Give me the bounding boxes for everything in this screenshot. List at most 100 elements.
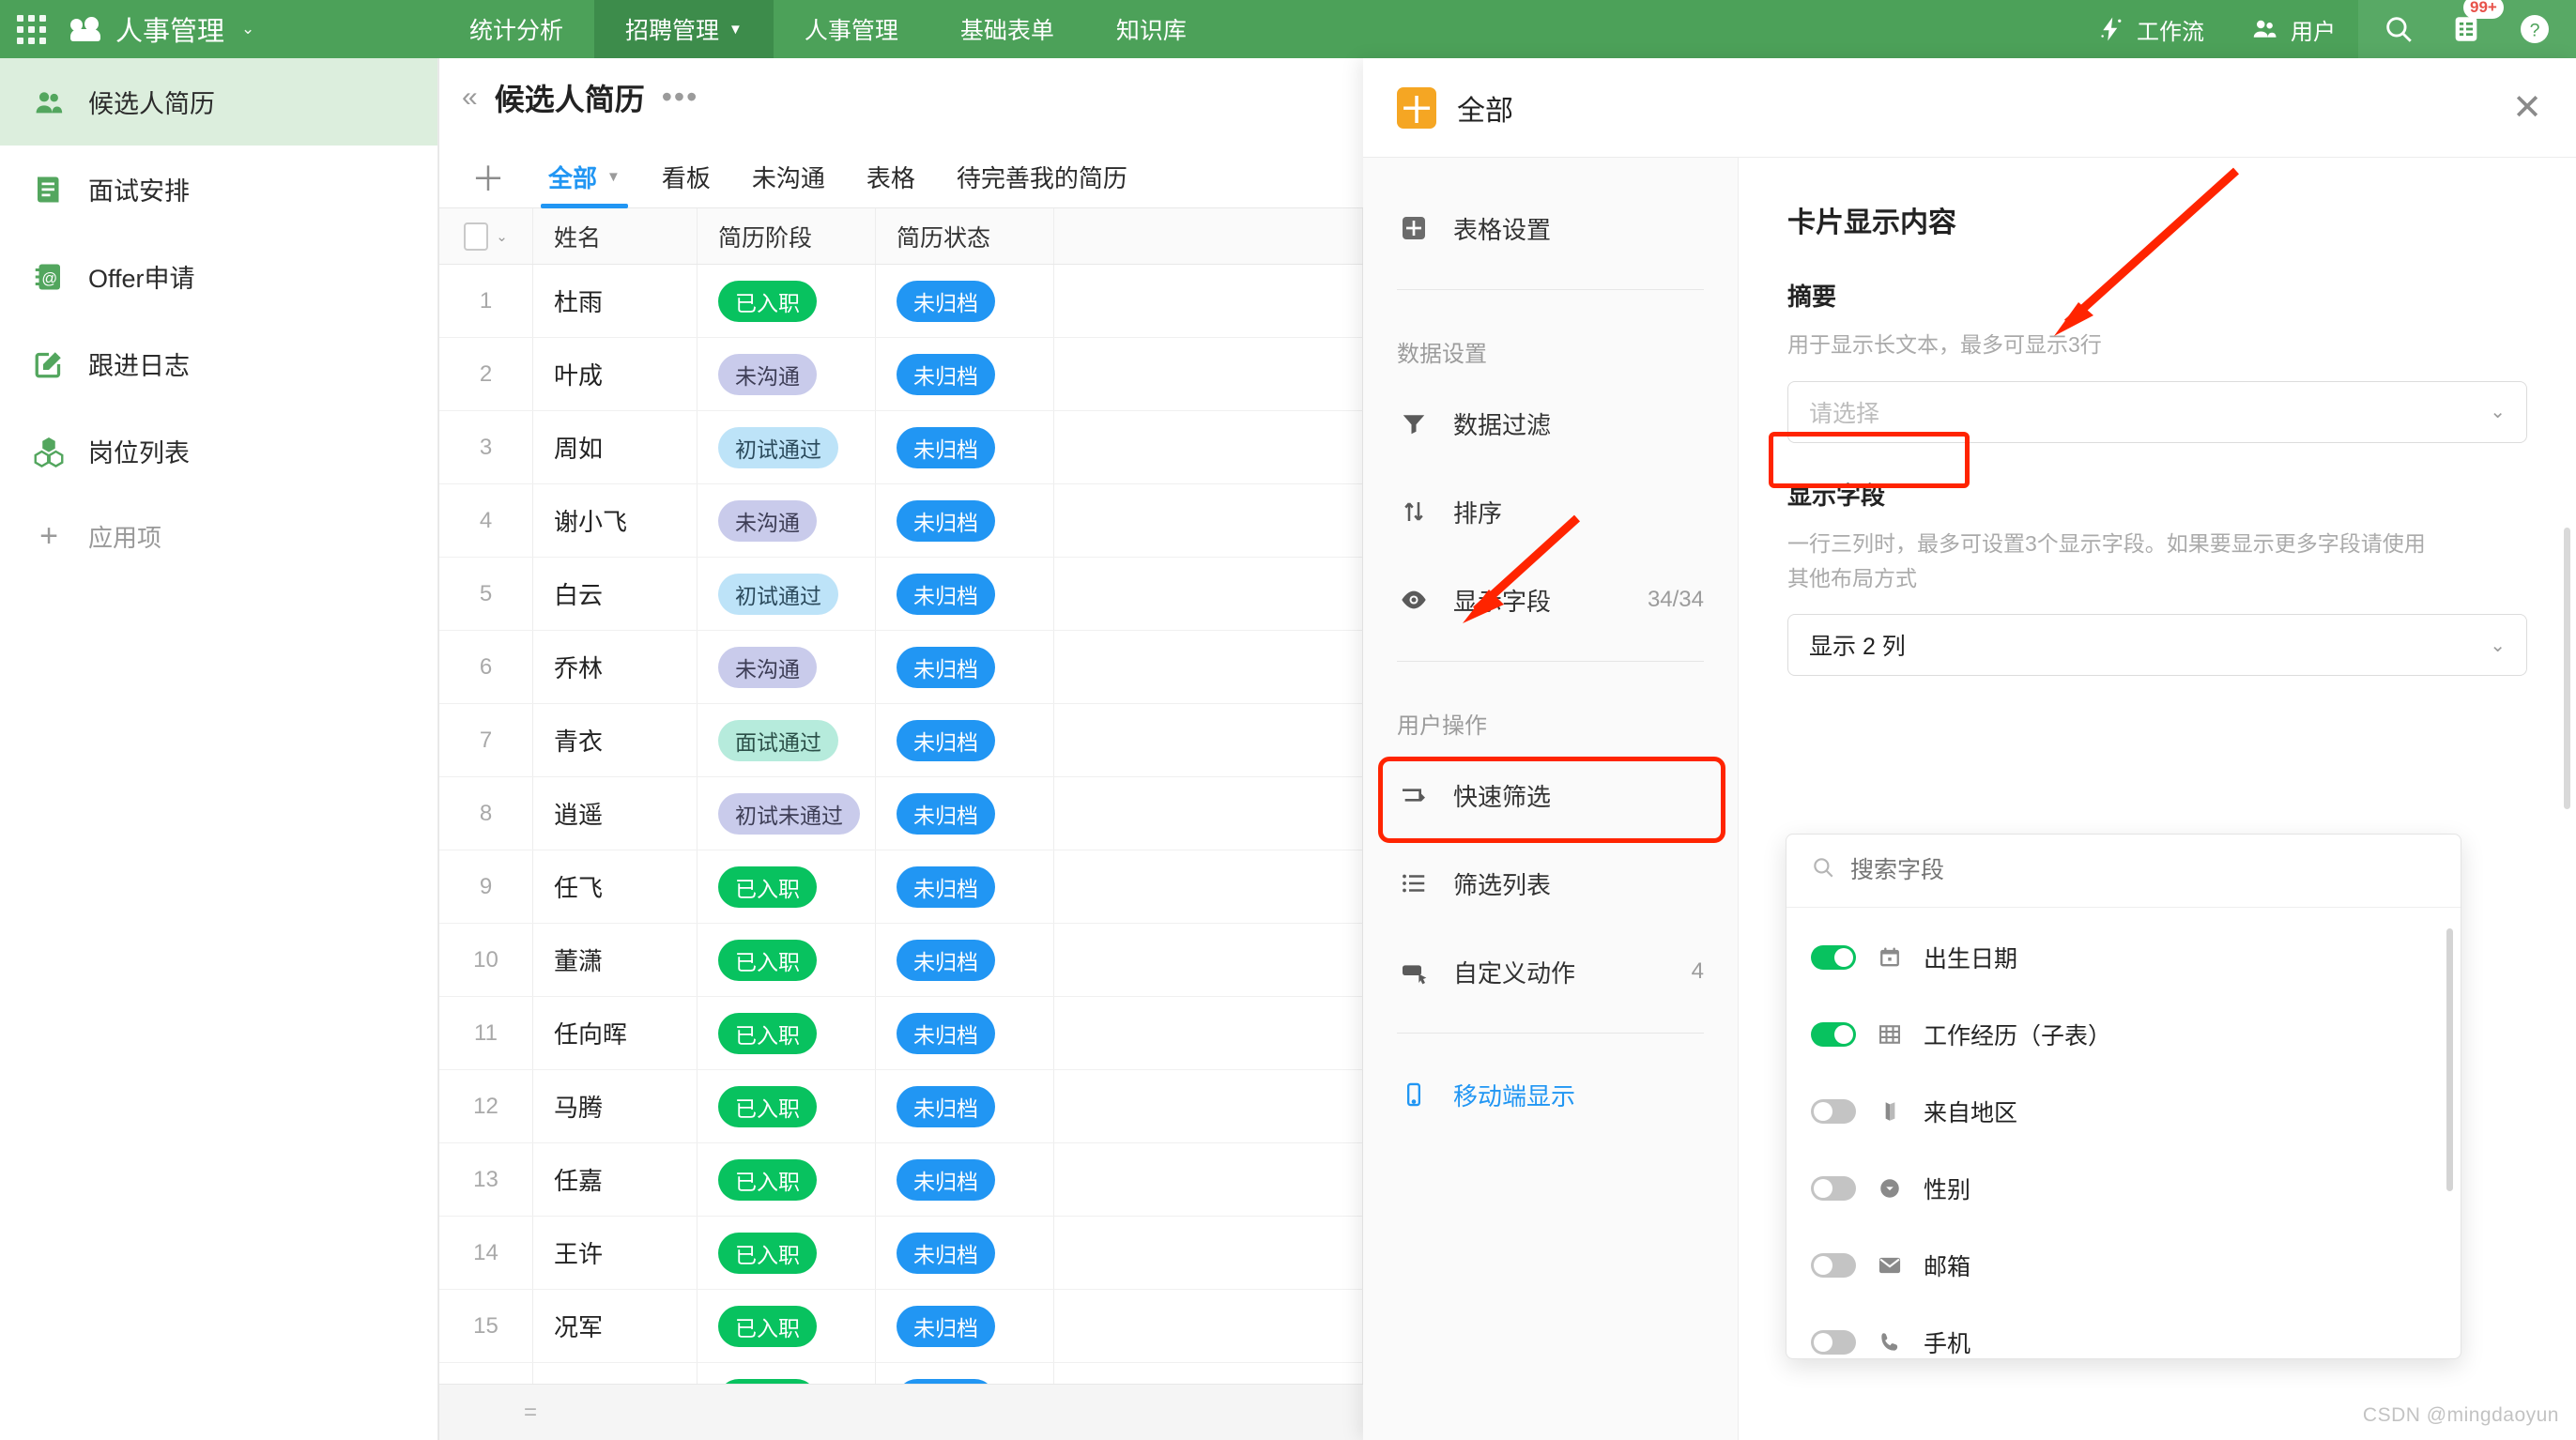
- left-sidebar: 候选人简历 面试安排 @ Offer申请 跟进日志 岗位列表: [0, 58, 438, 1440]
- columns-select[interactable]: 显示 2 列 ⌄: [1787, 614, 2527, 676]
- collapse-icon[interactable]: «: [462, 82, 478, 114]
- notifications-icon[interactable]: 99+: [2450, 13, 2482, 45]
- row-extra: [1054, 484, 1363, 557]
- tab-all[interactable]: 全部▼: [528, 146, 641, 207]
- row-index: 9: [439, 850, 533, 923]
- search-input[interactable]: [1850, 857, 2351, 884]
- sidebar-add-app-item[interactable]: + 应用项: [0, 495, 437, 577]
- sidebar-item-label: Offer申请: [88, 258, 195, 295]
- table-row[interactable]: 11任向晖已入职未归档: [439, 997, 1363, 1070]
- field-toggle[interactable]: [1811, 1330, 1856, 1355]
- row-index: 4: [439, 484, 533, 557]
- sidebar-item-interviews[interactable]: 面试安排: [0, 146, 437, 233]
- sidebar-item-offer[interactable]: @ Offer申请: [0, 233, 437, 320]
- menu-item-display-fields[interactable]: 显示字段 34/34: [1363, 556, 1738, 644]
- search-icon[interactable]: [2383, 13, 2415, 45]
- svg-text:@: @: [41, 269, 57, 286]
- row-status: 未归档: [876, 411, 1054, 483]
- table-row[interactable]: 5白云初试通过未归档: [439, 558, 1363, 631]
- fields-description: 一行三列时，最多可设置3个显示字段。如果要显示更多字段请使用其他布局方式: [1787, 527, 2426, 596]
- brand-title[interactable]: 人事管理 ⌄: [70, 9, 254, 49]
- table-row[interactable]: 10董潇已入职未归档: [439, 924, 1363, 997]
- more-options-icon[interactable]: •••: [662, 88, 699, 106]
- dropdown-item[interactable]: 出生日期: [1786, 919, 2461, 996]
- dropdown-search[interactable]: [1786, 835, 2461, 908]
- fields-label-wrapper: 显示字段: [1787, 477, 2527, 512]
- tab-board[interactable]: 看板: [641, 146, 731, 207]
- field-toggle[interactable]: [1811, 1253, 1856, 1278]
- row-name: 杜雨: [533, 265, 698, 337]
- select-all-cell[interactable]: ⌄: [439, 208, 533, 264]
- menu-item-custom-action[interactable]: 自定义动作 4: [1363, 927, 1738, 1016]
- dropdown-item[interactable]: 来自地区: [1786, 1073, 2461, 1150]
- row-extra: [1054, 631, 1363, 703]
- menu-item-filter-list[interactable]: 筛选列表: [1363, 839, 1738, 927]
- chevron-down-icon[interactable]: ⌄: [496, 228, 508, 245]
- user-button[interactable]: 用户: [2227, 0, 2358, 58]
- row-status: 未归档: [876, 484, 1054, 557]
- row-index: 12: [439, 1070, 533, 1142]
- table-row[interactable]: 6乔林未沟通未归档: [439, 631, 1363, 704]
- table-row[interactable]: 1杜雨已入职未归档: [439, 265, 1363, 338]
- menu-item-table-settings[interactable]: 表格设置: [1363, 184, 1738, 272]
- svg-text:?: ?: [2530, 21, 2540, 41]
- brand-area: 人事管理 ⌄: [0, 0, 438, 58]
- panel-scrollbar[interactable]: [2564, 528, 2570, 809]
- sidebar-item-positions[interactable]: 岗位列表: [0, 407, 437, 495]
- table-row[interactable]: 15况军已入职未归档: [439, 1290, 1363, 1363]
- sidebar-item-followup-log[interactable]: 跟进日志: [0, 320, 437, 407]
- close-icon[interactable]: ✕: [2512, 90, 2542, 126]
- menu-item-mobile-display[interactable]: 移动端显示: [1363, 1050, 1738, 1139]
- topnav-label-0: 统计分析: [469, 12, 563, 46]
- dropdown-item[interactable]: 性别: [1786, 1150, 2461, 1227]
- column-header-stage[interactable]: 简历阶段: [698, 208, 876, 264]
- stage-badge: 初试未通过: [718, 793, 860, 835]
- tab-pending-resume[interactable]: 待完善我的简历: [936, 146, 1148, 207]
- select-all-checkbox[interactable]: [464, 222, 488, 251]
- table-row[interactable]: 8逍遥初试未通过未归档: [439, 777, 1363, 850]
- menu-item-quick-filter[interactable]: 快速筛选: [1363, 751, 1738, 839]
- field-toggle[interactable]: [1811, 945, 1856, 970]
- table-row[interactable]: 9任飞已入职未归档: [439, 850, 1363, 924]
- search-icon: [1811, 855, 1835, 886]
- row-status: 未归档: [876, 1143, 1054, 1216]
- table-row[interactable]: 13任嘉已入职未归档: [439, 1143, 1363, 1217]
- column-header-status[interactable]: 简历状态: [876, 208, 1054, 264]
- workflow-button[interactable]: 工作流: [2075, 0, 2227, 58]
- row-status: 未归档: [876, 338, 1054, 410]
- field-toggle[interactable]: [1811, 1099, 1856, 1124]
- field-toggle[interactable]: [1811, 1022, 1856, 1047]
- table-row[interactable]: 3周如初试通过未归档: [439, 411, 1363, 484]
- status-badge: 未归档: [897, 354, 995, 395]
- table-header: « 候选人简历 •••: [439, 58, 1363, 137]
- help-icon[interactable]: ?: [2518, 12, 2552, 46]
- table-row[interactable]: 2叶成未沟通未归档: [439, 338, 1363, 411]
- topnav-item-4[interactable]: 知识库: [1085, 0, 1218, 58]
- dropdown-item[interactable]: 工作经历（子表）: [1786, 996, 2461, 1073]
- summary-select[interactable]: 请选择 ⌄: [1787, 381, 2527, 443]
- sidebar-item-candidates[interactable]: 候选人简历: [0, 58, 437, 146]
- dropdown-scrollbar[interactable]: [2446, 928, 2453, 1191]
- field-toggle[interactable]: [1811, 1176, 1856, 1201]
- tab-uncontacted[interactable]: 未沟通: [731, 146, 846, 207]
- column-header-name[interactable]: 姓名: [533, 208, 698, 264]
- topnav-item-3[interactable]: 基础表单: [929, 0, 1085, 58]
- app-grid-icon[interactable]: [17, 15, 46, 44]
- table-row[interactable]: 12马腾已入职未归档: [439, 1070, 1363, 1143]
- panel-title: 全部: [1457, 87, 1513, 129]
- add-view-button[interactable]: ＋: [449, 146, 528, 207]
- topnav-item-2[interactable]: 人事管理: [774, 0, 929, 58]
- table-row[interactable]: 14王许已入职未归档: [439, 1217, 1363, 1290]
- sidebar-item-label: 候选人简历: [88, 84, 215, 120]
- topnav-item-1[interactable]: 招聘管理▼: [594, 0, 774, 58]
- dropdown-item[interactable]: 手机: [1786, 1304, 2461, 1358]
- topnav-item-0[interactable]: 统计分析: [438, 0, 594, 58]
- row-extra: [1054, 1070, 1363, 1142]
- dropdown-item[interactable]: 邮箱: [1786, 1227, 2461, 1304]
- table-row[interactable]: 4谢小飞未沟通未归档: [439, 484, 1363, 558]
- tab-grid[interactable]: 表格: [846, 146, 936, 207]
- menu-item-data-filter[interactable]: 数据过滤: [1363, 379, 1738, 467]
- table-row[interactable]: 7青衣面试通过未归档: [439, 704, 1363, 777]
- menu-item-sort[interactable]: 排序: [1363, 467, 1738, 556]
- row-stage: 未沟通: [698, 338, 876, 410]
